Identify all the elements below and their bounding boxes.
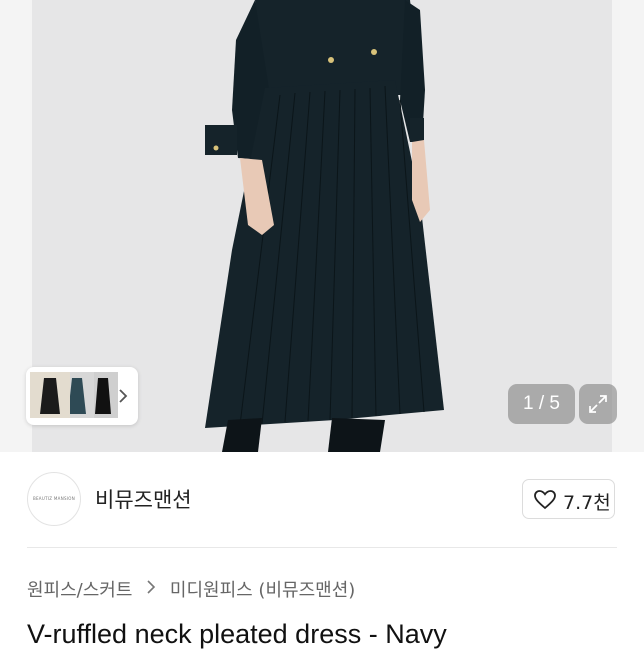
chevron-right-icon — [146, 579, 156, 600]
product-title: V-ruffled neck pleated dress - Navy — [27, 619, 447, 649]
like-button[interactable]: 7.7천 — [522, 479, 615, 519]
seller-avatar[interactable]: BEAUTIZ MANSION — [27, 472, 81, 526]
like-count: 7.7천 — [563, 492, 611, 514]
image-counter: 1 / 5 — [508, 384, 575, 424]
expand-icon[interactable] — [579, 384, 617, 424]
seller-avatar-text: BEAUTIZ MANSION — [32, 496, 76, 501]
breadcrumb-category[interactable]: 원피스/스커트 — [27, 580, 132, 601]
heart-icon — [534, 490, 556, 510]
thumbnail-1[interactable] — [30, 372, 70, 418]
product-image[interactable]: 1 / 5 — [0, 0, 644, 452]
seller-name[interactable]: 비뮤즈맨션 — [95, 484, 192, 514]
breadcrumb-subcategory[interactable]: 미디원피스 (비뮤즈맨션) — [170, 580, 355, 601]
thumbnail-strip[interactable] — [26, 367, 138, 425]
breadcrumb: 원피스/스커트 미디원피스 (비뮤즈맨션) — [27, 576, 355, 602]
divider — [27, 547, 617, 548]
